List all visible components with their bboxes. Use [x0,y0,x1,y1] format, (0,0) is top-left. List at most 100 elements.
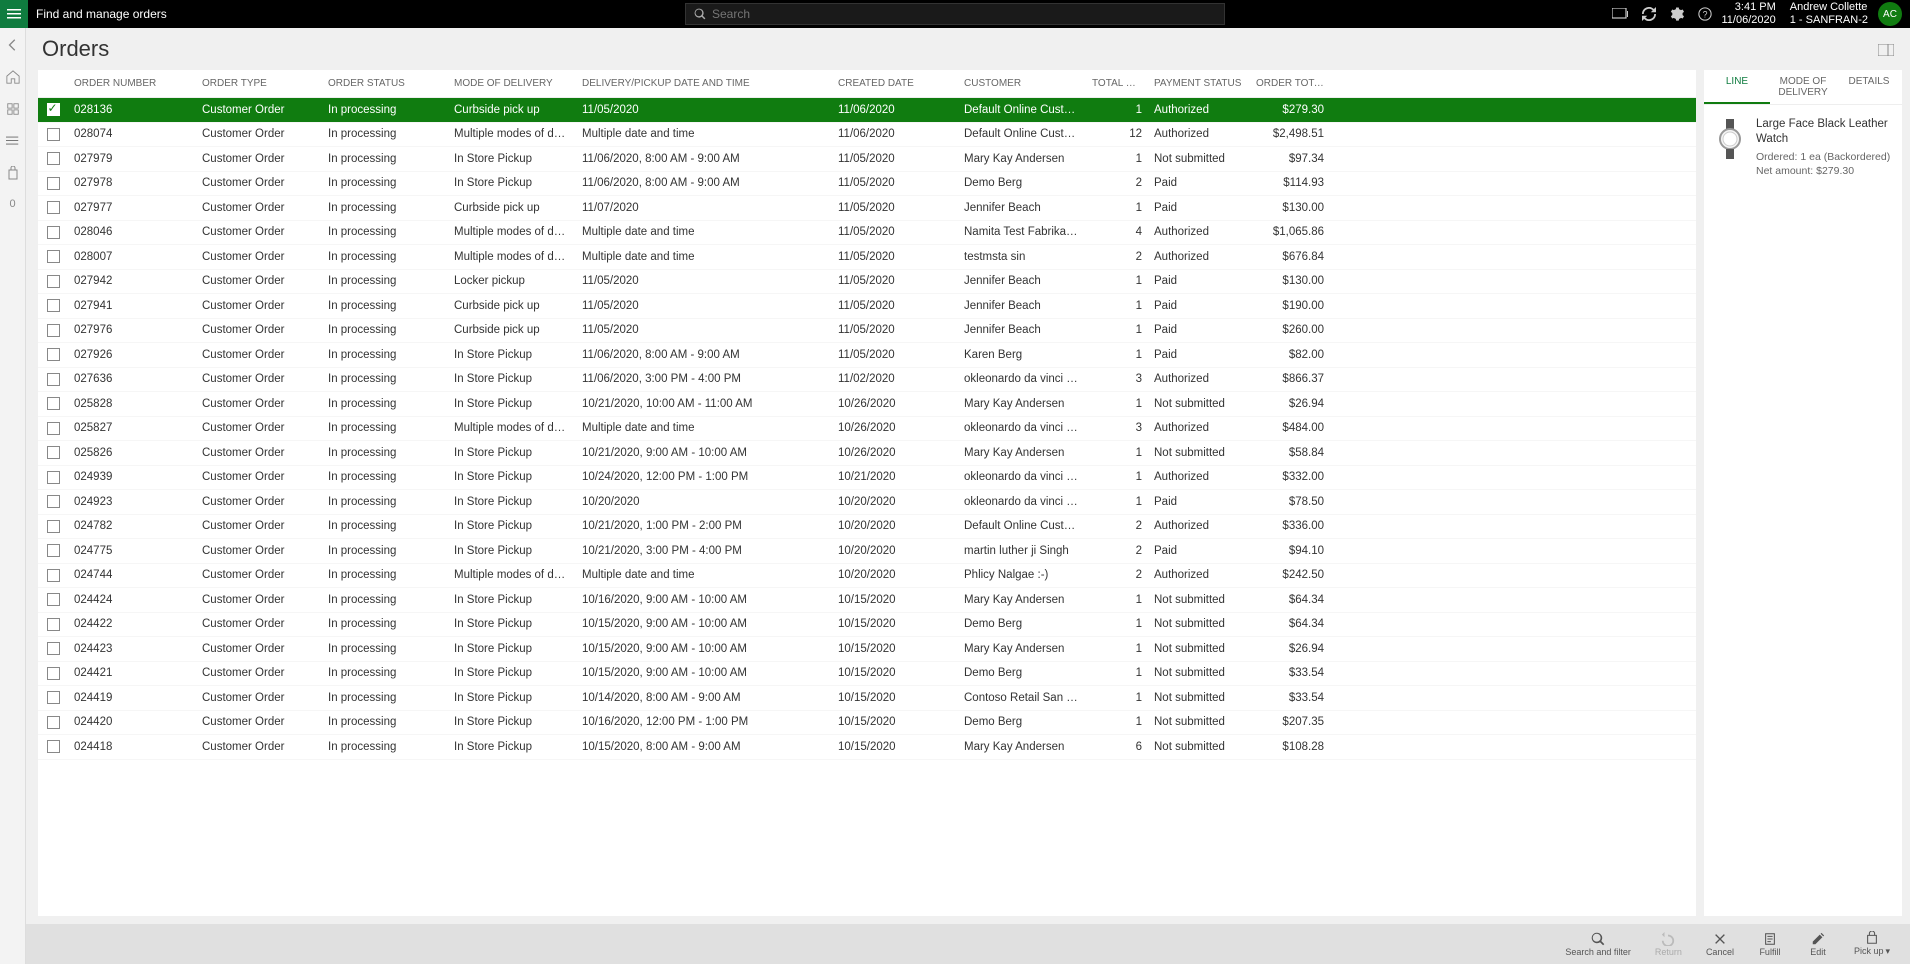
table-row[interactable]: 027977Customer OrderIn processingCurbsid… [38,196,1696,221]
edit-button[interactable]: Edit [1796,930,1840,959]
row-checkbox[interactable] [38,663,68,684]
col-header-ordernum[interactable]: ORDER NUMBER [68,74,196,93]
col-header-qty[interactable]: TOTAL QUAN... [1086,74,1148,93]
table-row[interactable]: 024744Customer OrderIn processingMultipl… [38,564,1696,589]
tab-mode[interactable]: MODE OF DELIVERY [1770,70,1836,104]
row-checkbox[interactable] [38,540,68,561]
table-row[interactable]: 028074Customer OrderIn processingMultipl… [38,123,1696,148]
col-header-datetime[interactable]: DELIVERY/PICKUP DATE AND TIME [576,74,832,93]
global-search[interactable] [685,3,1225,25]
row-checkbox[interactable] [38,197,68,218]
table-row[interactable]: 027926Customer OrderIn processingIn Stor… [38,343,1696,368]
row-checkbox[interactable] [38,369,68,390]
cell-mode: In Store Pickup [448,443,576,463]
table-row[interactable]: 024923Customer OrderIn processingIn Stor… [38,490,1696,515]
cell-created: 11/05/2020 [832,296,958,316]
col-header-total[interactable]: ORDER TOTAL [1250,74,1330,93]
row-checkbox[interactable] [38,614,68,635]
table-row[interactable]: 025828Customer OrderIn processingIn Stor… [38,392,1696,417]
row-checkbox[interactable] [38,467,68,488]
table-row[interactable]: 024421Customer OrderIn processingIn Stor… [38,662,1696,687]
row-checkbox[interactable] [38,565,68,586]
row-checkbox[interactable] [38,418,68,439]
refresh-icon[interactable] [1642,7,1656,21]
count-badge[interactable]: 0 [9,198,15,210]
header-user[interactable]: Andrew Collette 1 - SANFRAN-2 [1790,1,1868,27]
bag-icon[interactable] [7,166,19,180]
row-checkbox[interactable] [38,491,68,512]
cancel-button[interactable]: Cancel [1696,930,1744,959]
search-input[interactable] [712,7,1216,21]
list-icon[interactable] [6,134,20,148]
table-row[interactable]: 027941Customer OrderIn processingCurbsid… [38,294,1696,319]
row-checkbox[interactable] [38,295,68,316]
table-row[interactable]: 024424Customer OrderIn processingIn Stor… [38,588,1696,613]
search-filter-button[interactable]: Search and filter [1555,930,1641,959]
cell-mode: In Store Pickup [448,149,576,169]
row-checkbox[interactable] [38,320,68,341]
table-row[interactable]: 028007Customer OrderIn processingMultipl… [38,245,1696,270]
table-row[interactable]: 025827Customer OrderIn processingMultipl… [38,417,1696,442]
cell-datetime: 10/15/2020, 9:00 AM - 10:00 AM [576,663,832,683]
table-row[interactable]: 024422Customer OrderIn processingIn Stor… [38,613,1696,638]
table-row[interactable]: 027976Customer OrderIn processingCurbsid… [38,319,1696,344]
row-checkbox[interactable] [38,736,68,757]
table-row[interactable]: 024418Customer OrderIn processingIn Stor… [38,735,1696,760]
col-header-type[interactable]: ORDER TYPE [196,74,322,93]
cell-qty: 3 [1086,418,1148,438]
hamburger-menu[interactable] [0,0,28,28]
tab-details[interactable]: DETAILS [1836,70,1902,104]
table-row[interactable]: 027942Customer OrderIn processingLocker … [38,270,1696,295]
cell-datetime: Multiple date and time [576,222,832,242]
table-body[interactable]: 028136Customer OrderIn processingCurbsid… [38,98,1696,916]
fulfill-button[interactable]: Fulfill [1748,930,1792,959]
table-row[interactable]: 028136Customer OrderIn processingCurbsid… [38,98,1696,123]
home-icon[interactable] [6,70,20,84]
row-checkbox[interactable] [38,271,68,292]
row-checkbox[interactable] [38,173,68,194]
row-checkbox[interactable] [38,712,68,733]
row-checkbox[interactable] [38,344,68,365]
col-header-check[interactable] [38,74,68,93]
row-checkbox[interactable] [38,246,68,267]
row-checkbox[interactable] [38,99,68,120]
table-row[interactable]: 027979Customer OrderIn processingIn Stor… [38,147,1696,172]
row-checkbox[interactable] [38,442,68,463]
col-header-customer[interactable]: CUSTOMER [958,74,1086,93]
table-row[interactable]: 028046Customer OrderIn processingMultipl… [38,221,1696,246]
col-header-created[interactable]: CREATED DATE [832,74,958,93]
pickup-button[interactable]: Pick up▾ [1844,929,1900,959]
row-checkbox[interactable] [38,589,68,610]
expand-icon[interactable] [1878,36,1894,62]
cell-total: $242.50 [1250,565,1330,585]
settings-icon[interactable] [1670,7,1684,21]
row-checkbox[interactable] [38,393,68,414]
table-row[interactable]: 024939Customer OrderIn processingIn Stor… [38,466,1696,491]
products-icon[interactable] [6,102,20,116]
cell-mode: In Store Pickup [448,541,576,561]
table-row[interactable]: 027978Customer OrderIn processingIn Stor… [38,172,1696,197]
table-row[interactable]: 027636Customer OrderIn processingIn Stor… [38,368,1696,393]
cell-total: $82.00 [1250,345,1330,365]
row-checkbox[interactable] [38,124,68,145]
col-header-status[interactable]: ORDER STATUS [322,74,448,93]
help-icon[interactable]: ? [1698,7,1712,21]
row-checkbox[interactable] [38,516,68,537]
cell-ordernum: 024939 [68,467,196,487]
row-checkbox[interactable] [38,638,68,659]
table-row[interactable]: 024420Customer OrderIn processingIn Stor… [38,711,1696,736]
table-row[interactable]: 024419Customer OrderIn processingIn Stor… [38,686,1696,711]
table-row[interactable]: 025826Customer OrderIn processingIn Stor… [38,441,1696,466]
table-row[interactable]: 024423Customer OrderIn processingIn Stor… [38,637,1696,662]
avatar[interactable]: AC [1878,2,1902,26]
row-checkbox[interactable] [38,222,68,243]
col-header-mode[interactable]: MODE OF DELIVERY [448,74,576,93]
back-icon[interactable] [6,38,20,52]
table-row[interactable]: 024782Customer OrderIn processingIn Stor… [38,515,1696,540]
tab-line[interactable]: LINE [1704,70,1770,104]
table-row[interactable]: 024775Customer OrderIn processingIn Stor… [38,539,1696,564]
row-checkbox[interactable] [38,687,68,708]
row-checkbox[interactable] [38,148,68,169]
device-icon[interactable] [1612,8,1628,20]
col-header-payment[interactable]: PAYMENT STATUS [1148,74,1250,93]
